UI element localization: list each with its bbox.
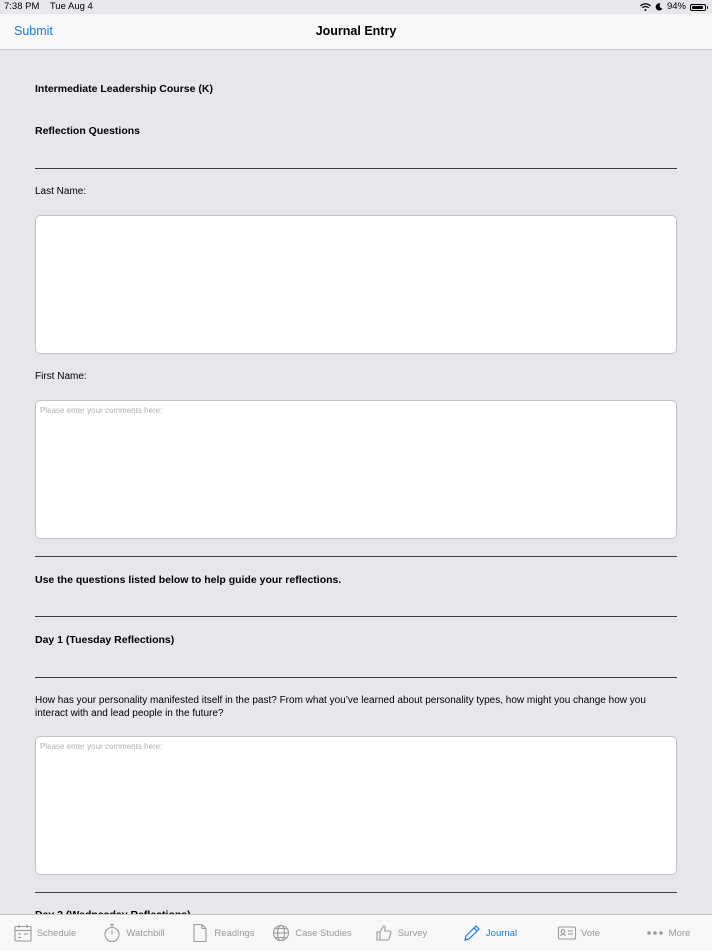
document-icon [193, 923, 207, 943]
day1-comments-field[interactable] [35, 736, 677, 875]
moon-icon [655, 3, 663, 11]
divider [35, 168, 677, 169]
tab-label: More [668, 927, 691, 939]
tab-label: Readings [214, 927, 255, 939]
tab-journal[interactable]: Journal [445, 915, 534, 951]
tab-label: Schedule [36, 927, 77, 939]
tab-more[interactable]: More [623, 915, 712, 951]
tab-schedule[interactable]: Schedule [0, 915, 89, 951]
tab-label: Journal [485, 927, 518, 939]
globe-icon [273, 924, 290, 942]
tab-label: Vote [580, 927, 601, 939]
calendar-icon [14, 924, 32, 942]
thumbs-up-icon [376, 925, 392, 941]
tab-label: Case Studies [295, 927, 352, 939]
first-name-label: First Name: [35, 371, 87, 382]
first-name-field[interactable] [35, 400, 677, 539]
tab-case-studies[interactable]: Case Studies [267, 915, 356, 951]
divider [35, 892, 677, 893]
section-title: Reflection Questions [35, 125, 141, 137]
status-time: 7:38 PM [4, 1, 40, 12]
more-icon [646, 931, 663, 935]
tab-readings[interactable]: Readings [178, 915, 267, 951]
divider [35, 556, 677, 557]
stopwatch-icon [104, 923, 120, 943]
page-title: Journal Entry [315, 24, 397, 38]
tab-label: Survey [397, 927, 428, 939]
tab-label: Watchbill [126, 927, 165, 939]
last-name-field[interactable] [35, 215, 677, 354]
day1-title: Day 1 (Tuesday Reflections) [35, 634, 175, 646]
tab-watchbill[interactable]: Watchbill [89, 915, 178, 951]
battery-percent: 94% [666, 1, 686, 12]
wifi-icon [640, 3, 651, 11]
divider [35, 677, 677, 678]
course-title: Intermediate Leadership Course (K) [35, 83, 213, 95]
battery-icon [690, 3, 708, 11]
pencil-icon [464, 925, 480, 941]
guide-text: Use the questions listed below to help g… [35, 574, 342, 586]
day1-question: How has your personality manifested itse… [35, 695, 646, 719]
last-name-label: Last Name: [35, 186, 87, 197]
divider [35, 616, 677, 617]
status-bar: 7:38 PM Tue Aug 4 94% [0, 0, 712, 14]
battery-level [692, 5, 704, 9]
id-card-icon [557, 926, 577, 940]
tab-vote[interactable]: Vote [534, 915, 623, 951]
tab-bar: Schedule Watchbill Readings Case Studies… [0, 914, 712, 951]
navigation-bar: Submit Journal Entry [0, 14, 712, 50]
tab-survey[interactable]: Survey [356, 915, 445, 951]
status-date: Tue Aug 4 [49, 1, 93, 12]
